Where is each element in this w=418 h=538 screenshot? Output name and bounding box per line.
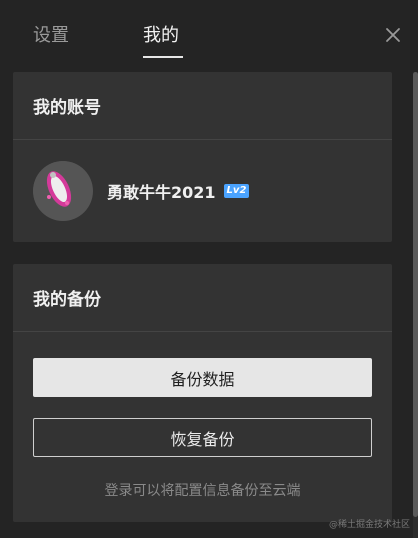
active-tab-indicator xyxy=(143,56,183,58)
username: 勇敢牛牛2021 xyxy=(107,183,216,202)
account-card: 我的账号 勇敢牛牛2021 Lv2 xyxy=(13,72,392,242)
backup-data-button[interactable]: 备份数据 xyxy=(33,358,372,397)
tab-settings[interactable]: 设置 xyxy=(33,24,69,48)
avatar[interactable] xyxy=(33,161,93,221)
close-icon xyxy=(386,28,400,42)
backup-card: 我的备份 备份数据 恢复备份 登录可以将配置信息备份至云端 xyxy=(13,264,392,522)
level-badge: Lv2 xyxy=(223,184,250,198)
account-card-title: 我的账号 xyxy=(13,72,392,140)
backup-card-title: 我的备份 xyxy=(13,264,392,332)
tab-mine[interactable]: 我的 xyxy=(143,24,179,48)
scrollbar-thumb[interactable] xyxy=(413,72,418,517)
restore-backup-button[interactable]: 恢复备份 xyxy=(33,418,372,457)
avatar-image xyxy=(33,161,93,221)
close-button[interactable] xyxy=(382,24,404,46)
backup-hint-text: 登录可以将配置信息备份至云端 xyxy=(104,483,301,499)
account-row: 勇敢牛牛2021 Lv2 xyxy=(13,140,392,242)
tab-bar: 设置 我的 xyxy=(0,0,418,62)
watermark: @稀土掘金技术社区 xyxy=(328,520,410,530)
